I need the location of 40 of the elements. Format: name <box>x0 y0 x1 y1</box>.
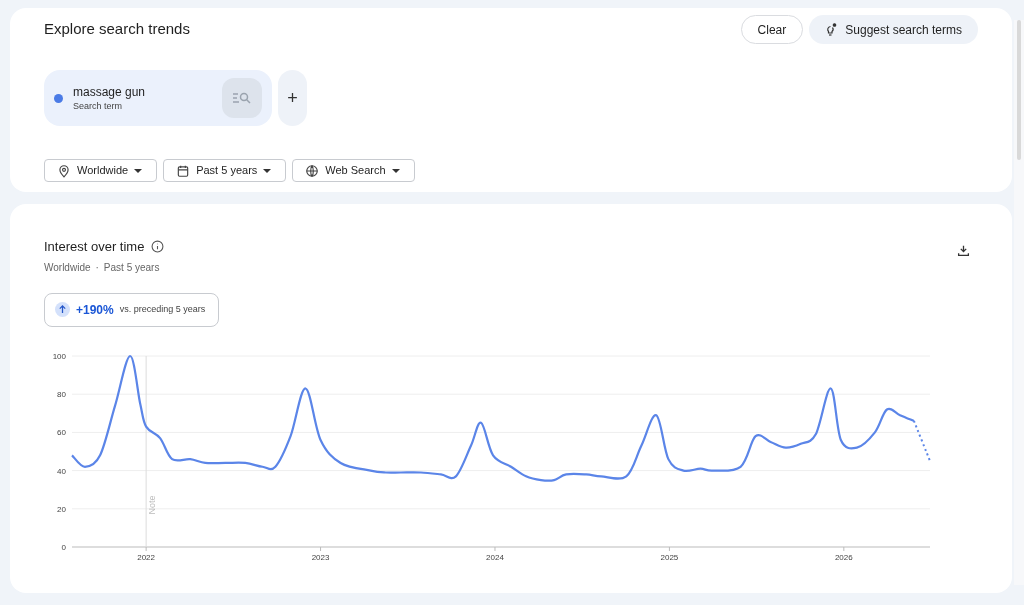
page-title: Explore search trends <box>44 19 190 40</box>
term-type: Search term <box>73 100 124 112</box>
bulb-sparkle-icon <box>825 23 838 36</box>
filter-dropdown[interactable]: Past 5 years <box>163 159 287 182</box>
section-subtitle: Past 5 years <box>103 260 160 275</box>
filter-dropdown[interactable]: Web Search <box>292 159 415 182</box>
section-title: Interest over time <box>44 238 145 256</box>
y-tick-label: 60 <box>57 427 66 437</box>
x-tick-label: 2024 <box>486 552 504 562</box>
dropdown-caret-icon <box>391 168 400 173</box>
term-name: massage gun <box>73 84 147 100</box>
y-tick-label: 100 <box>52 351 66 361</box>
filter-dropdown[interactable]: Worldwide <box>44 159 158 182</box>
dropdown-caret-icon <box>134 168 143 173</box>
scrollbar[interactable] <box>1014 20 1024 585</box>
section-subtitle: Worldwide <box>44 260 91 275</box>
note-label: Note <box>147 494 158 514</box>
globe-icon <box>305 163 320 178</box>
partial-data-line <box>912 419 931 462</box>
search-term-chip[interactable]: massage gun Search term <box>44 70 272 126</box>
list-search-icon <box>232 91 252 105</box>
y-tick-label: 0 <box>61 542 66 552</box>
x-tick-label: 2026 <box>834 552 853 562</box>
change-note: vs. preceding 5 years <box>119 302 206 316</box>
section-subtitle: · <box>95 260 99 275</box>
change-value: +190% <box>76 301 114 319</box>
arrow-up-icon <box>55 302 70 317</box>
x-tick-label: 2025 <box>660 552 679 562</box>
add-term-button[interactable]: + <box>278 70 307 126</box>
suggest-button[interactable]: Suggest search terms <box>809 15 978 44</box>
y-tick-label: 40 <box>57 466 66 476</box>
location-pin-icon <box>57 163 71 178</box>
y-tick-label: 20 <box>57 504 66 514</box>
y-tick-label: 80 <box>57 389 66 399</box>
calendar-icon <box>176 163 191 178</box>
dropdown-caret-icon <box>263 168 272 173</box>
info-icon[interactable] <box>151 240 165 254</box>
download-icon[interactable] <box>957 244 970 257</box>
x-tick-label: 2022 <box>137 552 156 562</box>
x-tick-label: 2023 <box>311 552 330 562</box>
